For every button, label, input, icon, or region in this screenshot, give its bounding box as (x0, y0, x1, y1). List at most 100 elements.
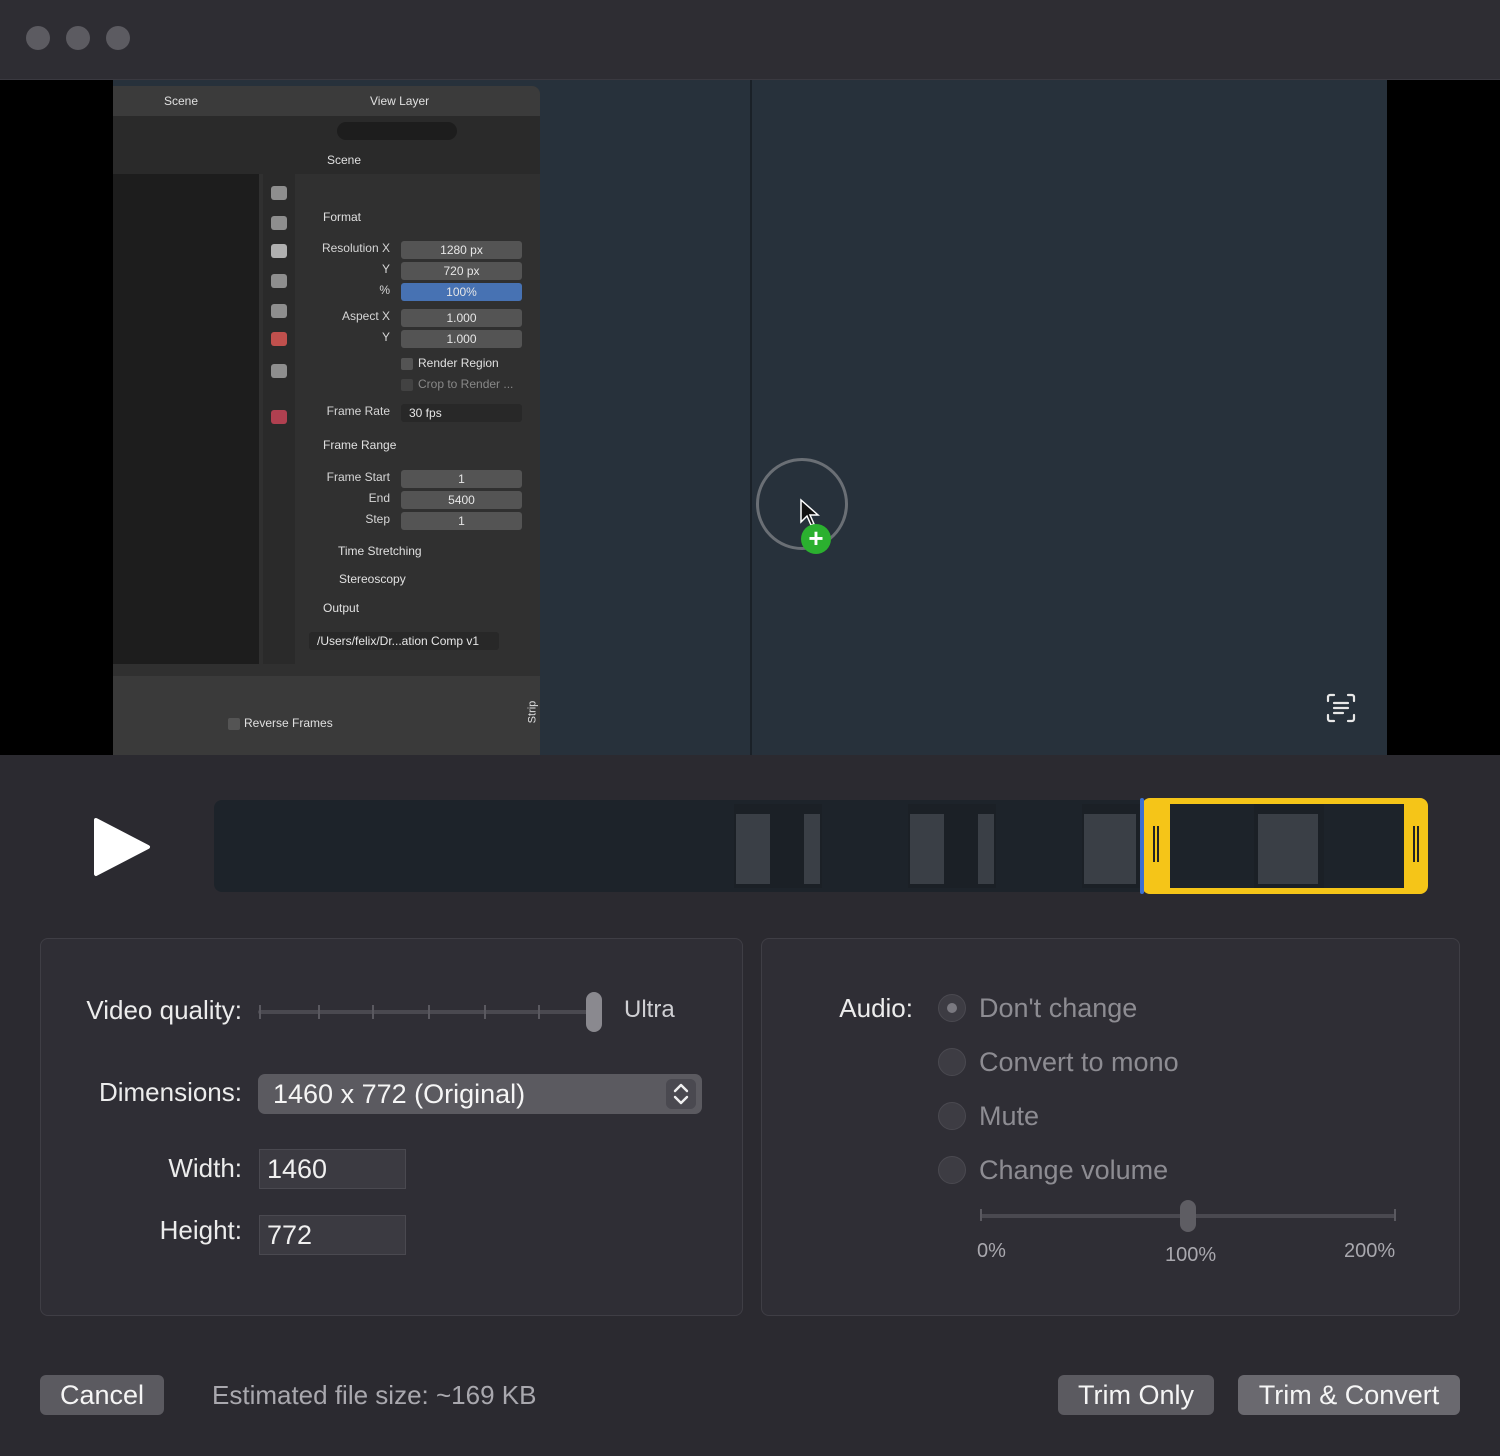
step-field: 1 (401, 512, 522, 530)
volume-tick (1394, 1209, 1396, 1221)
format-section: Format (323, 210, 362, 224)
trim-only-button[interactable]: Trim Only (1058, 1375, 1214, 1415)
close-window-button[interactable] (26, 26, 50, 50)
quality-value-label: Ultra (624, 996, 675, 1023)
frame-rate-label: Frame Rate (326, 404, 390, 418)
quality-tick (428, 1005, 430, 1019)
audio-option-convert-mono: Convert to mono (979, 1047, 1179, 1077)
timeline-thumbnail (908, 804, 996, 888)
quality-tick (484, 1005, 486, 1019)
dimensions-select[interactable]: 1460 x 772 (Original) (258, 1074, 702, 1114)
time-stretching-label: Time Stretching (338, 544, 422, 558)
title-bar (0, 0, 1500, 80)
trim-and-convert-button[interactable]: Trim & Convert (1238, 1375, 1460, 1415)
audio-option-mute: Mute (979, 1101, 1040, 1131)
trim-selection[interactable] (1142, 798, 1428, 894)
video-frame: Scene View Layer Scene Format Resolution… (113, 80, 1387, 755)
resolution-x-field: 1280 px (401, 241, 522, 259)
width-label: Width: (168, 1153, 242, 1183)
crop-label: Crop to Render ... (418, 377, 514, 391)
audio-label: Audio: (839, 993, 913, 1023)
trim-start-handle[interactable] (1153, 826, 1159, 862)
video-preview: Scene View Layer Scene Format Resolution… (0, 80, 1500, 755)
aspect-y-field: 1.000 (401, 330, 522, 348)
collection-icon (271, 364, 287, 378)
audio-radio-dont-change[interactable] (938, 994, 966, 1022)
properties-title: Scene (327, 153, 362, 167)
scene-label: Scene (164, 94, 199, 108)
volume-tick-label-200: 200% (1344, 1240, 1396, 1262)
crop-checkbox (401, 379, 413, 391)
playhead[interactable] (1140, 798, 1144, 894)
strip-tab: Strip (526, 700, 539, 724)
audio-radio-change-volume[interactable] (938, 1156, 966, 1184)
frame-start-field: 1 (401, 470, 522, 488)
world-icon (271, 332, 287, 346)
reverse-frames-checkbox (228, 718, 240, 730)
step-label: Step (365, 512, 390, 526)
height-label: Height: (159, 1215, 242, 1245)
aspect-x-field: 1.000 (401, 309, 522, 327)
live-text-icon[interactable] (1325, 692, 1357, 724)
dimensions-select-value: 1460 x 772 (Original) (273, 1079, 526, 1109)
resolution-x-label: Resolution X (321, 241, 390, 255)
frame-start-label: Frame Start (326, 470, 390, 484)
stereoscopy-label: Stereoscopy (339, 572, 406, 586)
view-layer-icon (271, 274, 287, 288)
volume-tick (980, 1209, 982, 1221)
quality-slider-knob[interactable] (586, 992, 602, 1032)
end-field: 5400 (401, 491, 522, 509)
volume-tick-label-0: 0% (977, 1240, 1006, 1262)
audio-option-change-volume: Change volume (979, 1155, 1169, 1185)
blender-search-field (337, 122, 457, 140)
output-icon (271, 244, 287, 258)
play-icon[interactable] (92, 816, 152, 878)
timeline-thumbnail (734, 804, 822, 888)
zoom-window-button[interactable] (106, 26, 130, 50)
width-field[interactable]: 1460 (259, 1149, 406, 1189)
timeline-thumbnail (1082, 804, 1142, 888)
trim-end-handle[interactable] (1413, 826, 1419, 862)
quality-tick (318, 1005, 320, 1019)
percent-label: % (379, 283, 390, 297)
resolution-y-label: Y (381, 262, 390, 276)
volume-tick-label-100: 100% (1165, 1244, 1217, 1266)
frame-rate-field: 30 fps (401, 404, 522, 422)
volume-slider-knob[interactable] (1180, 1200, 1196, 1232)
blender-top-bar: Scene View Layer (113, 86, 540, 116)
view-layer-label: View Layer (370, 94, 430, 108)
end-label: End (368, 491, 390, 505)
add-badge-icon: + (801, 524, 831, 554)
output-section: Output (323, 601, 360, 615)
tool-icon (271, 186, 287, 200)
render-icon (271, 216, 287, 230)
aspect-y-label: Y (381, 330, 390, 344)
height-field[interactable]: 772 (259, 1215, 406, 1255)
audio-option-dont-change: Don't change (979, 993, 1138, 1023)
render-region-label: Render Region (418, 356, 499, 370)
video-quality-label: Video quality: (86, 995, 242, 1025)
texture-icon (271, 410, 287, 424)
estimated-file-size: Estimated file size: ~169 KB (212, 1380, 537, 1410)
quality-tick (259, 1005, 261, 1019)
audio-radio-convert-mono[interactable] (938, 1048, 966, 1076)
blender-toolbar (113, 116, 540, 146)
quality-tick (372, 1005, 374, 1019)
minimize-window-button[interactable] (66, 26, 90, 50)
resolution-y-field: 720 px (401, 262, 522, 280)
blender-properties-panel: Scene View Layer Scene Format Resolution… (113, 86, 540, 755)
blender-property-tabs (263, 174, 295, 664)
blender-strip-panel: Reverse Frames Strip (113, 676, 540, 755)
video-divider (750, 80, 752, 755)
blender-viewport (113, 174, 259, 664)
blender-properties-header: Scene (113, 146, 540, 174)
aspect-x-label: Aspect X (341, 309, 390, 323)
quality-tick (538, 1005, 540, 1019)
render-region-checkbox (401, 358, 413, 370)
frame-range-section: Frame Range (323, 438, 397, 452)
cancel-button[interactable]: Cancel (40, 1375, 164, 1415)
chevron-up-down-icon (666, 1079, 696, 1109)
dimensions-label: Dimensions: (98, 1077, 242, 1107)
scene-icon (271, 304, 287, 318)
audio-radio-mute[interactable] (938, 1102, 966, 1130)
